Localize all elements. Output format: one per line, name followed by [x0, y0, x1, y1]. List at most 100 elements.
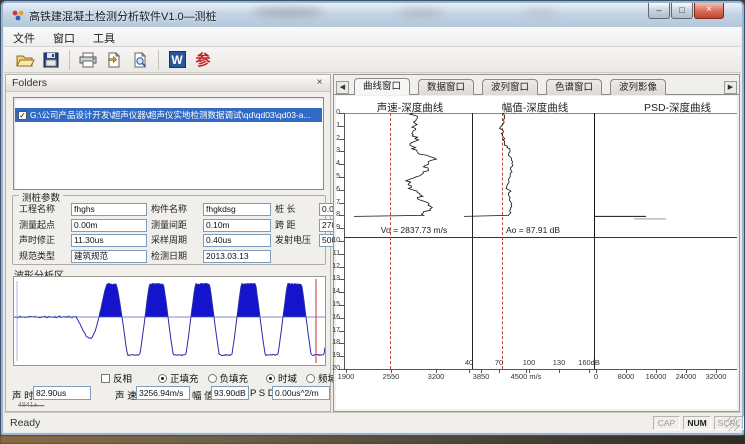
param-field-3[interactable]: 0.00m: [71, 219, 147, 232]
param-label-1: 构件名称: [151, 203, 199, 216]
maximize-button[interactable]: □: [671, 3, 693, 19]
param-field-7[interactable]: 0.40us: [203, 234, 271, 247]
pile-params-title: 测桩参数: [19, 190, 63, 204]
close-button[interactable]: ×: [694, 3, 724, 19]
toolbar-separator: [158, 50, 159, 70]
param-label-5: 跨 距: [275, 219, 315, 232]
menu-item-2[interactable]: 工具: [84, 27, 124, 47]
param-field-10[interactable]: 2013.03.13: [203, 250, 271, 263]
menu-item-0[interactable]: 文件: [4, 27, 44, 47]
param-label-0: 工程名称: [19, 203, 67, 216]
save-icon[interactable]: [38, 49, 64, 71]
tab-0[interactable]: 曲线窗口: [354, 78, 410, 95]
waveform-options-row: 反相正填充负填充时域频域: [6, 371, 332, 384]
velocity-depth-curve: [354, 113, 436, 216]
status-bar: Ready CAPNUMSCRL: [4, 412, 741, 432]
waveform-positive-fill: [14, 283, 325, 317]
desktop-background: [0, 435, 745, 444]
word-export-icon[interactable]: W: [164, 49, 190, 71]
readout-label-3: P S D: [250, 388, 275, 399]
display-domain-label-0: 时域: [278, 371, 297, 385]
display-domain: 时域频域: [266, 371, 343, 385]
invert-label: 反相: [113, 371, 132, 385]
param-label-6: 声时修正: [19, 234, 67, 247]
depth-curves-svg: [336, 96, 737, 386]
param-label-2: 桩 长: [275, 203, 315, 216]
waveform-svg: [14, 277, 325, 365]
window-title: 高铁建混凝土检测分析软件V1.0—测桩: [29, 8, 217, 24]
screenshot-stage: 高铁建混凝土检测分析软件V1.0—测桩 – □ × 文件窗口工具: [0, 0, 745, 444]
tab-1[interactable]: 数据窗口: [418, 79, 474, 95]
toolbar: W 参: [4, 47, 741, 73]
fill-mode-radio-1[interactable]: [208, 374, 217, 383]
menu-bar: 文件窗口工具: [4, 27, 741, 47]
minimize-button[interactable]: –: [648, 3, 670, 19]
folder-list[interactable]: ✓G:\公司产品设计开发\超声仪器\超声仪实地检测数据调试\qd\qd03\qd…: [13, 97, 324, 190]
glass-reflection: [253, 7, 323, 17]
invert-checkbox[interactable]: [101, 374, 110, 383]
open-file-icon[interactable]: [12, 49, 38, 71]
menu-item-1[interactable]: 窗口: [44, 27, 84, 47]
amplitude-depth-curve: [464, 113, 513, 216]
chart-area: 声速-深度曲线幅值-深度曲线PSD-深度曲线012345678910111213…: [336, 96, 737, 409]
tab-strip: ◀ ▶ 曲线窗口数据窗口波列窗口色谱窗口波列影像: [334, 77, 739, 95]
param-label-7: 采样周期: [151, 234, 199, 247]
param-field-4[interactable]: 0.10m: [203, 219, 271, 232]
readout-label-0: 声 时: [12, 388, 34, 402]
param-label-10: 检测日期: [151, 250, 199, 263]
print-icon[interactable]: [75, 49, 101, 71]
app-window: 高铁建混凝土检测分析软件V1.0—测桩 – □ × 文件窗口工具: [0, 0, 745, 436]
readout-label-1: 声 速: [115, 388, 137, 402]
folders-title: Folders: [12, 77, 47, 89]
folders-panel: Folders × ✓G:\公司产品设计开发\超声仪器\超声仪实地检测数据调试\…: [5, 74, 331, 412]
tab-scroll-right-icon[interactable]: ▶: [724, 81, 737, 94]
param-field-0[interactable]: fhghs: [71, 203, 147, 216]
display-domain-radio-1[interactable]: [306, 374, 315, 383]
export-icon[interactable]: [101, 49, 127, 71]
app-logo-icon: [12, 9, 26, 22]
curves-panel: ◀ ▶ 曲线窗口数据窗口波列窗口色谱窗口波列影像 声速-深度曲线幅值-深度曲线P…: [333, 74, 740, 412]
param-label-3: 测量起点: [19, 219, 67, 232]
readouts-row: 声 时82.90us声 速3256.94m/s幅 值93.90dBP S D0.…: [6, 386, 332, 401]
tab-4[interactable]: 波列影像: [610, 79, 666, 95]
param-field-1[interactable]: fhgkdsg: [203, 203, 271, 216]
readout-field-0[interactable]: 82.90us: [33, 386, 91, 400]
folders-caption-bar: Folders ×: [6, 75, 330, 92]
toolbar-separator: [69, 50, 70, 70]
tab-2[interactable]: 波列窗口: [482, 79, 538, 95]
tab-scroll-left-icon[interactable]: ◀: [336, 81, 349, 94]
param-field-9[interactable]: 建筑规范: [71, 250, 147, 263]
param-label-4: 测量间距: [151, 219, 199, 232]
display-domain-radio-0[interactable]: [266, 374, 275, 383]
param-label-9: 规范类型: [19, 250, 67, 263]
parameters-icon[interactable]: 参: [190, 49, 216, 71]
invert-checkbox-group: 反相: [101, 371, 132, 385]
pile-params-grid: 工程名称fhghs构件名称fhgkdsg桩 长0.00m测量起点0.00m测量间…: [19, 203, 346, 263]
folders-close-icon[interactable]: ×: [313, 77, 326, 90]
folder-path-text: G:\公司产品设计开发\超声仪器\超声仪实地检测数据调试\qd\qd03\qd0…: [30, 109, 311, 121]
readout-field-2[interactable]: 93.90dB: [211, 386, 249, 400]
folder-list-item[interactable]: ✓G:\公司产品设计开发\超声仪器\超声仪实地检测数据调试\qd\qd03\qd…: [15, 108, 322, 122]
title-bar[interactable]: 高铁建混凝土检测分析软件V1.0—测桩 – □ ×: [3, 3, 742, 27]
pile-params-group: 测桩参数 工程名称fhghs构件名称fhgkdsg桩 长0.00m测量起点0.0…: [12, 195, 326, 265]
waveform-outline: [14, 283, 325, 355]
glass-reflection: [398, 8, 443, 17]
status-pane-num: NUM: [683, 416, 711, 430]
print-preview-icon[interactable]: [127, 49, 153, 71]
clipped-text: 4841±…: [18, 402, 44, 409]
fill-mode-label-0: 正填充: [170, 371, 199, 385]
glass-reflection: [523, 8, 558, 16]
fill-mode-radio-0[interactable]: [158, 374, 167, 383]
waveform-plot[interactable]: [13, 276, 326, 366]
folder-checkbox[interactable]: ✓: [18, 111, 27, 120]
readout-field-1[interactable]: 3256.94m/s: [136, 386, 190, 400]
readout-field-3[interactable]: 0.00us^2/m: [272, 386, 330, 400]
tab-3[interactable]: 色谱窗口: [546, 79, 602, 95]
param-label-8: 发射电压: [275, 234, 315, 247]
status-message: Ready: [10, 417, 40, 429]
fill-mode-label-1: 负填充: [220, 371, 249, 385]
resize-grip[interactable]: [726, 417, 740, 431]
fill-mode: 正填充 负填充: [158, 371, 254, 385]
status-pane-cap: CAP: [653, 416, 680, 430]
param-field-6[interactable]: 11.30us: [71, 234, 147, 247]
